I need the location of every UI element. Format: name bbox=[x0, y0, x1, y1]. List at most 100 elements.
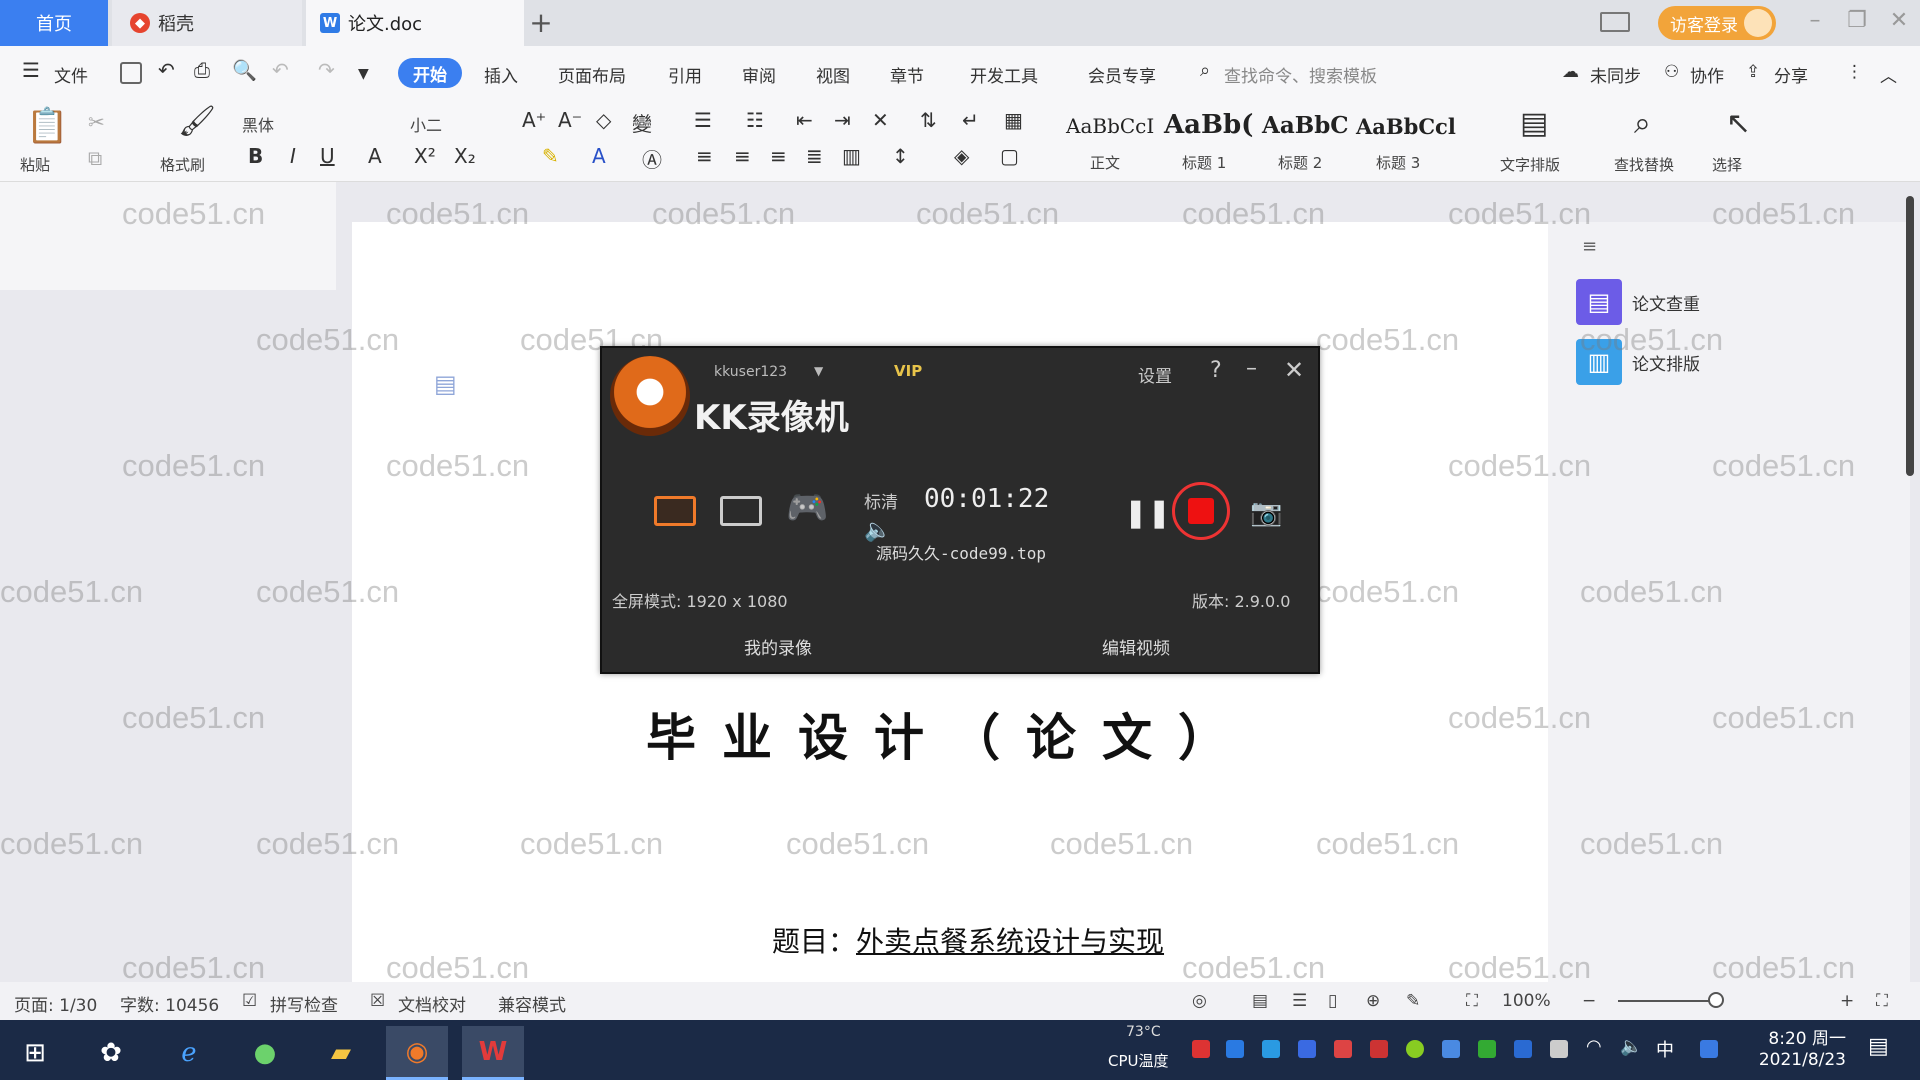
chevron-down-icon[interactable]: ▼ bbox=[358, 66, 369, 82]
eye-protection-icon[interactable]: ◎ bbox=[1192, 991, 1207, 1011]
collapse-ribbon-icon[interactable]: ︿ bbox=[1880, 62, 1897, 87]
grow-font-icon[interactable]: A⁺ bbox=[522, 108, 546, 132]
find-replace-icon[interactable]: ⌕ bbox=[1634, 106, 1651, 141]
tab-insert[interactable]: 插入 bbox=[484, 62, 518, 87]
tab-references[interactable]: 引用 bbox=[668, 62, 702, 87]
text-layout-label[interactable]: 文字排版 bbox=[1500, 154, 1560, 175]
tray-app-icon[interactable] bbox=[1406, 1040, 1424, 1058]
decrease-indent-icon[interactable]: ⇤ bbox=[796, 108, 813, 132]
zoom-level[interactable]: 100% bbox=[1502, 991, 1551, 1011]
superscript-icon[interactable]: X² bbox=[414, 144, 436, 168]
select-cursor-icon[interactable]: ↖ bbox=[1726, 106, 1751, 141]
kk-vip-badge[interactable]: VIP bbox=[894, 362, 922, 380]
line-spacing-icon[interactable]: ↕ bbox=[892, 144, 909, 168]
wps-writer-taskbar-icon[interactable]: W bbox=[462, 1026, 524, 1080]
web-view-icon[interactable]: ⊕ bbox=[1366, 991, 1380, 1011]
italic-icon[interactable]: I bbox=[290, 144, 296, 168]
char-border-icon[interactable]: Ⓐ bbox=[642, 144, 662, 173]
text-layout-icon[interactable]: ▤ bbox=[1520, 106, 1548, 141]
chinese-layout-icon[interactable]: ✕ bbox=[872, 108, 889, 132]
tab-member[interactable]: 会员专享 bbox=[1088, 62, 1156, 87]
tab-daoke[interactable]: ◆ 稻壳 bbox=[112, 0, 302, 46]
menu-file[interactable]: 文件 bbox=[54, 62, 88, 87]
not-synced-button[interactable]: 未同步 bbox=[1590, 62, 1641, 87]
tray-app-icon[interactable] bbox=[1192, 1040, 1210, 1058]
tab-home[interactable]: 首页 bbox=[0, 0, 108, 46]
ime-indicator[interactable]: 中 bbox=[1656, 1036, 1674, 1062]
tab-document[interactable]: W 论文.doc bbox=[306, 0, 524, 46]
hamburger-menu-icon[interactable]: ☰ bbox=[22, 58, 40, 82]
doc-proof-button[interactable]: 文档校对 bbox=[398, 991, 466, 1016]
zoom-in-button[interactable]: + bbox=[1840, 991, 1854, 1011]
screenshot-camera-icon[interactable]: 📷 bbox=[1250, 498, 1282, 528]
font-color-icon[interactable]: A bbox=[592, 144, 606, 168]
ie-browser-icon[interactable]: ℯ bbox=[158, 1026, 220, 1080]
paragraph-handle-icon[interactable]: ▤ bbox=[434, 370, 457, 398]
align-center-icon[interactable]: ≡ bbox=[734, 144, 751, 168]
collaborate-button[interactable]: 协作 bbox=[1690, 62, 1724, 87]
reading-view-icon[interactable]: ▯ bbox=[1328, 991, 1337, 1011]
zoom-slider-handle[interactable] bbox=[1708, 992, 1724, 1008]
tray-app-icon[interactable] bbox=[1700, 1040, 1718, 1058]
close-button[interactable]: ✕ bbox=[1884, 8, 1914, 33]
cut-icon[interactable]: ✂ bbox=[88, 110, 105, 134]
font-name-select[interactable]: 黑体 bbox=[242, 112, 274, 136]
clock-time[interactable]: 8:20 周一 bbox=[1756, 1024, 1846, 1049]
minimize-button[interactable]: – bbox=[1800, 8, 1830, 33]
border-icon[interactable]: ▢ bbox=[1000, 144, 1019, 168]
format-painter-label[interactable]: 格式刷 bbox=[160, 154, 205, 175]
tab-start[interactable]: 开始 bbox=[398, 58, 462, 88]
print-icon[interactable]: ⎙ bbox=[194, 58, 210, 82]
write-mode-icon[interactable]: ✎ bbox=[1406, 991, 1420, 1011]
fullscreen-icon[interactable]: ⛶ bbox=[1876, 991, 1888, 1011]
sort-icon[interactable]: ⇅ bbox=[920, 108, 937, 132]
increase-indent-icon[interactable]: ⇥ bbox=[834, 108, 851, 132]
align-right-icon[interactable]: ≡ bbox=[770, 144, 787, 168]
region-mode-icon[interactable] bbox=[720, 496, 762, 526]
redo-icon[interactable]: ↷ bbox=[318, 58, 335, 82]
bold-icon[interactable]: B bbox=[248, 144, 263, 168]
spell-check-button[interactable]: 拼写检查 bbox=[270, 991, 338, 1016]
more-icon[interactable]: ⋮ bbox=[1846, 62, 1863, 82]
stop-record-button[interactable] bbox=[1172, 482, 1230, 540]
kk-edit-video-button[interactable]: 编辑视频 bbox=[1102, 634, 1170, 659]
zoom-slider[interactable] bbox=[1618, 1000, 1718, 1002]
search-command-input[interactable]: 查找命令、搜索模板 bbox=[1224, 62, 1377, 87]
numbered-list-icon[interactable]: ☷ bbox=[746, 108, 764, 132]
kk-user-dropdown[interactable]: kkuser123 bbox=[714, 364, 787, 380]
phonetic-icon[interactable]: 變 bbox=[632, 108, 652, 137]
copy-icon[interactable]: ⧉ bbox=[88, 146, 102, 170]
style-heading3-preview[interactable]: AaBbCcl bbox=[1356, 114, 1456, 139]
green-app-icon[interactable]: ● bbox=[234, 1026, 296, 1080]
style-heading2-preview[interactable]: AaBbC bbox=[1262, 112, 1349, 139]
paste-icon[interactable]: 📋 bbox=[26, 106, 68, 146]
volume-icon[interactable]: 🔈 bbox=[1620, 1036, 1642, 1057]
thesis-plagiarism-check[interactable]: ▤ 论文查重 bbox=[1576, 278, 1776, 326]
kk-close-button[interactable]: ✕ bbox=[1284, 356, 1304, 384]
bullet-list-icon[interactable]: ☰ bbox=[694, 108, 712, 132]
kk-recorder-taskbar-icon[interactable]: ◉ bbox=[386, 1026, 448, 1080]
kk-minimize-button[interactable]: – bbox=[1246, 356, 1257, 381]
tab-review[interactable]: 审阅 bbox=[742, 62, 776, 87]
highlight-icon[interactable]: ✎ bbox=[542, 144, 559, 168]
clear-format-icon[interactable]: ◇ bbox=[596, 108, 611, 132]
style-normal-preview[interactable]: AaBbCcI bbox=[1066, 114, 1154, 138]
windows-start-icon[interactable]: ⊞ bbox=[4, 1026, 66, 1080]
tab-page-layout[interactable]: 页面布局 bbox=[558, 62, 626, 87]
vertical-scrollbar[interactable] bbox=[1906, 196, 1914, 476]
nvidia-icon[interactable] bbox=[1478, 1040, 1496, 1058]
kk-settings-button[interactable]: 设置 bbox=[1138, 362, 1172, 387]
share-button[interactable]: 分享 bbox=[1774, 62, 1808, 87]
kk-help-button[interactable]: ? bbox=[1210, 358, 1222, 383]
table-icon[interactable]: ▦ bbox=[1004, 108, 1023, 132]
page-indicator[interactable]: 页面: 1/30 bbox=[14, 991, 97, 1016]
style-heading1-preview[interactable]: AaBb( bbox=[1164, 110, 1253, 140]
pause-button[interactable]: ❚❚ bbox=[1124, 496, 1171, 529]
strikethrough-icon[interactable]: A bbox=[368, 144, 382, 168]
shrink-font-icon[interactable]: A⁻ bbox=[558, 108, 582, 132]
kk-quality-select[interactable]: 标清 bbox=[864, 488, 898, 513]
font-size-select[interactable]: 小二 bbox=[410, 112, 442, 136]
chevron-down-icon[interactable]: ▼ bbox=[814, 364, 823, 378]
bluetooth-icon[interactable] bbox=[1514, 1040, 1532, 1058]
fit-page-icon[interactable]: ⛶ bbox=[1466, 991, 1478, 1011]
